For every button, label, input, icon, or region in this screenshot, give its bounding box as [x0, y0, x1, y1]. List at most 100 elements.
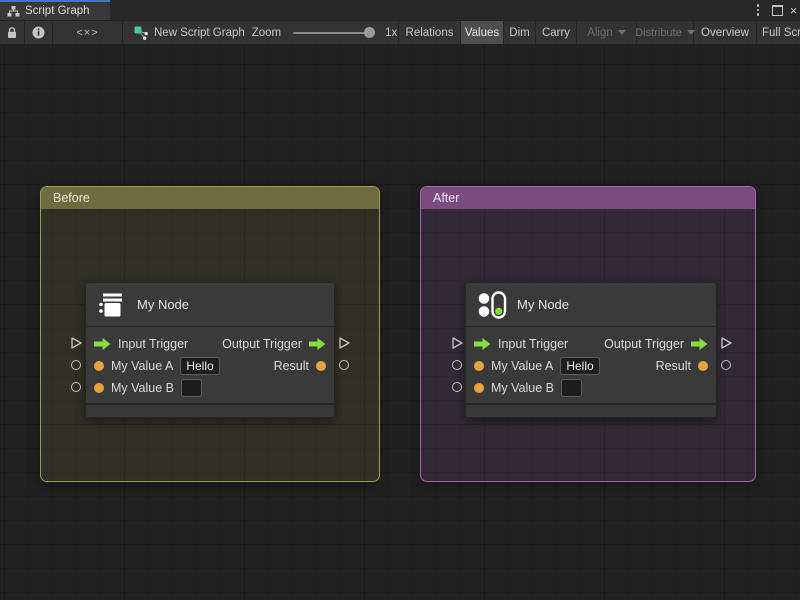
node-port-rows: Input Trigger Output Trigger My Value A … [466, 327, 716, 403]
button-label: Full Scr [762, 26, 800, 39]
orange-dot-icon[interactable] [94, 361, 104, 371]
green-arrow-icon[interactable] [309, 338, 326, 350]
green-arrow-icon[interactable] [474, 338, 491, 350]
group-title: After [433, 191, 460, 205]
zoom-slider[interactable] [293, 27, 376, 38]
port-row-value-b: My Value B [466, 377, 716, 399]
orange-dot-icon[interactable] [94, 383, 104, 393]
graph-title-cell: New Script Graph [123, 21, 251, 44]
unity-script-graph-window: Script Graph × <×> New Script Graph Zoom… [0, 0, 800, 600]
node-header[interactable]: My Node [86, 283, 334, 327]
external-value-output-port[interactable] [339, 360, 349, 370]
node-port-rows: Input Trigger Output Trigger My Value A … [86, 327, 334, 403]
green-arrow-icon[interactable] [691, 338, 708, 350]
orange-dot-icon[interactable] [316, 361, 326, 371]
port-label-value-a: My Value A [491, 359, 554, 373]
button-label: Align [587, 26, 613, 39]
port-row-trigger: Input Trigger Output Trigger [466, 333, 716, 355]
external-flow-output-port[interactable] [337, 336, 351, 350]
toolbar-button-values[interactable]: Values [461, 21, 504, 44]
group-title: Before [53, 191, 90, 205]
port-row-value-b: My Value B [86, 377, 334, 399]
window-menu-button[interactable] [751, 0, 765, 20]
external-flow-input-port[interactable] [69, 336, 83, 350]
window-maximize-button[interactable] [769, 0, 785, 20]
node-footer [466, 403, 716, 417]
button-label: Dim [509, 26, 530, 39]
toolbar-button-overview[interactable]: Overview [694, 21, 757, 44]
zoom-value: 1x [385, 26, 398, 39]
window-close-button[interactable]: × [787, 0, 800, 20]
maximize-icon [771, 4, 783, 16]
toolbar-button-dim[interactable]: Dim [504, 21, 536, 44]
value-b-input[interactable] [181, 379, 202, 397]
script-graph-icon [134, 26, 148, 40]
toolbar-button-fullscreen[interactable]: Full Scr [757, 21, 800, 44]
toolbar-button-distribute[interactable]: Distribute [635, 21, 695, 44]
tab-script-graph[interactable]: Script Graph [0, 0, 110, 20]
green-arrow-icon[interactable] [94, 338, 111, 350]
port-label-output-trigger: Output Trigger [604, 337, 684, 351]
info-icon [32, 26, 45, 39]
code-icon: <×> [76, 26, 99, 39]
group-after-header[interactable]: After [421, 187, 755, 209]
external-value-input-port[interactable] [452, 382, 462, 392]
node-my-node-after[interactable]: My Node Input Trigger Output Trigger My … [465, 282, 717, 418]
toggle-unit-icon [478, 290, 507, 319]
orange-dot-icon[interactable] [474, 361, 484, 371]
graph-canvas[interactable]: Before After My Node Input Trigger Outpu… [0, 44, 800, 600]
button-label: Carry [541, 26, 571, 39]
close-icon: × [789, 2, 798, 18]
port-row-value-a: My Value A Hello Result [466, 355, 716, 377]
external-value-output-port[interactable] [721, 360, 731, 370]
value-a-input[interactable]: Hello [180, 357, 220, 375]
external-flow-output-port[interactable] [719, 336, 733, 350]
graph-toolbar: <×> New Script Graph Zoom 1x Relations V… [0, 20, 800, 44]
zoom-slider-track [293, 32, 374, 34]
port-label-input-trigger: Input Trigger [118, 337, 189, 351]
tab-strip: Script Graph × [0, 0, 800, 20]
button-label: Relations [405, 26, 454, 39]
node-footer [86, 403, 334, 417]
external-value-input-port[interactable] [71, 360, 81, 370]
toolbar-button-carry[interactable]: Carry [536, 21, 577, 44]
external-flow-input-port[interactable] [450, 336, 464, 350]
default-unit-icon [99, 293, 122, 316]
orange-dot-icon[interactable] [698, 361, 708, 371]
lock-button[interactable] [0, 21, 25, 44]
zoom-slider-handle[interactable] [364, 27, 376, 38]
node-title: My Node [137, 297, 190, 312]
value-b-input[interactable] [561, 379, 582, 397]
port-label-value-b: My Value B [491, 381, 554, 395]
port-row-trigger: Input Trigger Output Trigger [86, 333, 334, 355]
chevron-down-icon [617, 30, 626, 35]
node-header[interactable]: My Node [466, 283, 716, 327]
button-label: Overview [701, 26, 749, 39]
code-view-button[interactable]: <×> [53, 21, 123, 44]
port-label-result: Result [655, 359, 691, 373]
group-before-header[interactable]: Before [41, 187, 379, 209]
node-title: My Node [517, 297, 570, 312]
button-label: Values [464, 26, 500, 39]
node-my-node-before[interactable]: My Node Input Trigger Output Trigger My … [85, 282, 335, 418]
port-label-output-trigger: Output Trigger [222, 337, 302, 351]
port-label-value-a: My Value A [111, 359, 174, 373]
button-label: Distribute [635, 26, 682, 39]
graph-name-label: New Script Graph [154, 26, 245, 39]
port-row-value-a: My Value A Hello Result [86, 355, 334, 377]
port-label-input-trigger: Input Trigger [498, 337, 569, 351]
info-button[interactable] [25, 21, 53, 44]
toolbar-button-relations[interactable]: Relations [399, 21, 461, 44]
external-value-input-port[interactable] [452, 360, 462, 370]
toolbar-button-align[interactable]: Align [577, 21, 637, 44]
tab-label: Script Graph [25, 5, 90, 17]
zoom-control: Zoom 1x [251, 21, 399, 44]
lock-icon [8, 27, 16, 38]
graph-hierarchy-icon [7, 5, 20, 16]
orange-dot-icon[interactable] [474, 383, 484, 393]
zoom-label: Zoom [251, 26, 282, 39]
external-value-input-port[interactable] [71, 382, 81, 392]
value-a-input[interactable]: Hello [560, 357, 600, 375]
kebab-menu-icon [756, 4, 760, 16]
port-label-value-b: My Value B [111, 381, 174, 395]
